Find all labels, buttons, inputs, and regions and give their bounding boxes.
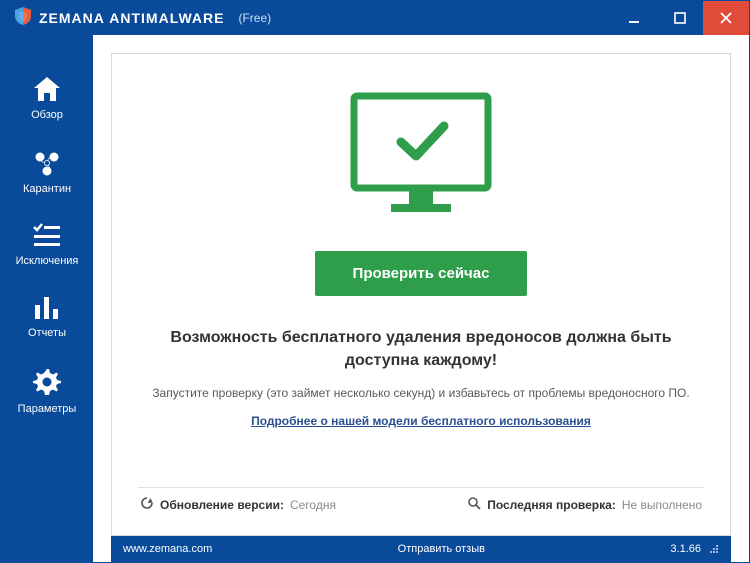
last-scan-label: Последняя проверка: bbox=[487, 498, 616, 512]
sidebar-item-exclusions[interactable]: Исключения bbox=[1, 219, 93, 271]
app-logo: ZEMANA ANTIMALWARE (Free) bbox=[15, 7, 271, 30]
sidebar-item-label: Параметры bbox=[18, 403, 77, 415]
sidebar-item-quarantine[interactable]: Карантин bbox=[1, 145, 93, 199]
send-feedback-link[interactable]: Отправить отзыв bbox=[212, 543, 670, 555]
edition-label: (Free) bbox=[238, 11, 271, 25]
refresh-icon bbox=[140, 496, 154, 513]
vendor-url-link[interactable]: www.zemana.com bbox=[123, 543, 212, 555]
status-monitor-icon bbox=[346, 90, 496, 225]
sidebar-item-overview[interactable]: Обзор bbox=[1, 71, 93, 125]
last-scan-status: Последняя проверка: Не выполнено bbox=[467, 496, 702, 513]
update-status: Обновление версии: Сегодня bbox=[140, 496, 336, 513]
app-body: Обзор Карантин bbox=[1, 35, 749, 562]
app-window: ZEMANA ANTIMALWARE (Free) Обзор bbox=[0, 0, 750, 563]
sidebar-item-label: Обзор bbox=[31, 109, 63, 121]
update-value: Сегодня bbox=[290, 498, 336, 512]
update-label: Обновление версии: bbox=[160, 498, 284, 512]
app-title: ZEMANA ANTIMALWARE bbox=[39, 10, 224, 26]
sidebar-item-label: Исключения bbox=[16, 255, 79, 267]
checklist-icon bbox=[32, 223, 62, 249]
sidebar-item-settings[interactable]: Параметры bbox=[1, 363, 93, 419]
home-icon bbox=[32, 75, 62, 103]
last-scan-value: Не выполнено bbox=[622, 498, 702, 512]
window-controls bbox=[611, 1, 749, 35]
shield-icon bbox=[15, 7, 31, 30]
headline-text: Возможность бесплатного удаления вредоно… bbox=[138, 326, 704, 372]
minimize-button[interactable] bbox=[611, 1, 657, 35]
sidebar-item-label: Карантин bbox=[23, 183, 71, 195]
titlebar: ZEMANA ANTIMALWARE (Free) bbox=[1, 1, 749, 35]
bar-chart-icon bbox=[32, 295, 62, 321]
close-button[interactable] bbox=[703, 1, 749, 35]
scan-now-button[interactable]: Проверить сейчас bbox=[315, 251, 528, 296]
card-footer: Обновление версии: Сегодня Последняя про… bbox=[138, 487, 704, 523]
resize-grip-icon[interactable] bbox=[709, 544, 719, 554]
sidebar: Обзор Карантин bbox=[1, 35, 93, 562]
subtext: Запустите проверку (это займет несколько… bbox=[152, 386, 689, 400]
overview-card: Проверить сейчас Возможность бесплатного… bbox=[111, 53, 731, 536]
biohazard-icon bbox=[32, 149, 62, 177]
search-icon bbox=[467, 496, 481, 513]
bottom-bar: www.zemana.com Отправить отзыв 3.1.66 bbox=[111, 536, 731, 562]
version-label: 3.1.66 bbox=[670, 543, 701, 555]
sidebar-item-reports[interactable]: Отчеты bbox=[1, 291, 93, 343]
maximize-button[interactable] bbox=[657, 1, 703, 35]
sidebar-item-label: Отчеты bbox=[28, 327, 66, 339]
main-area: Проверить сейчас Возможность бесплатного… bbox=[93, 35, 749, 562]
brand-second: ANTIMALWARE bbox=[109, 10, 224, 26]
brand-first: ZEMANA bbox=[39, 10, 105, 26]
gear-icon bbox=[32, 367, 62, 397]
learn-more-link[interactable]: Подробнее о нашей модели бесплатного исп… bbox=[251, 414, 591, 428]
